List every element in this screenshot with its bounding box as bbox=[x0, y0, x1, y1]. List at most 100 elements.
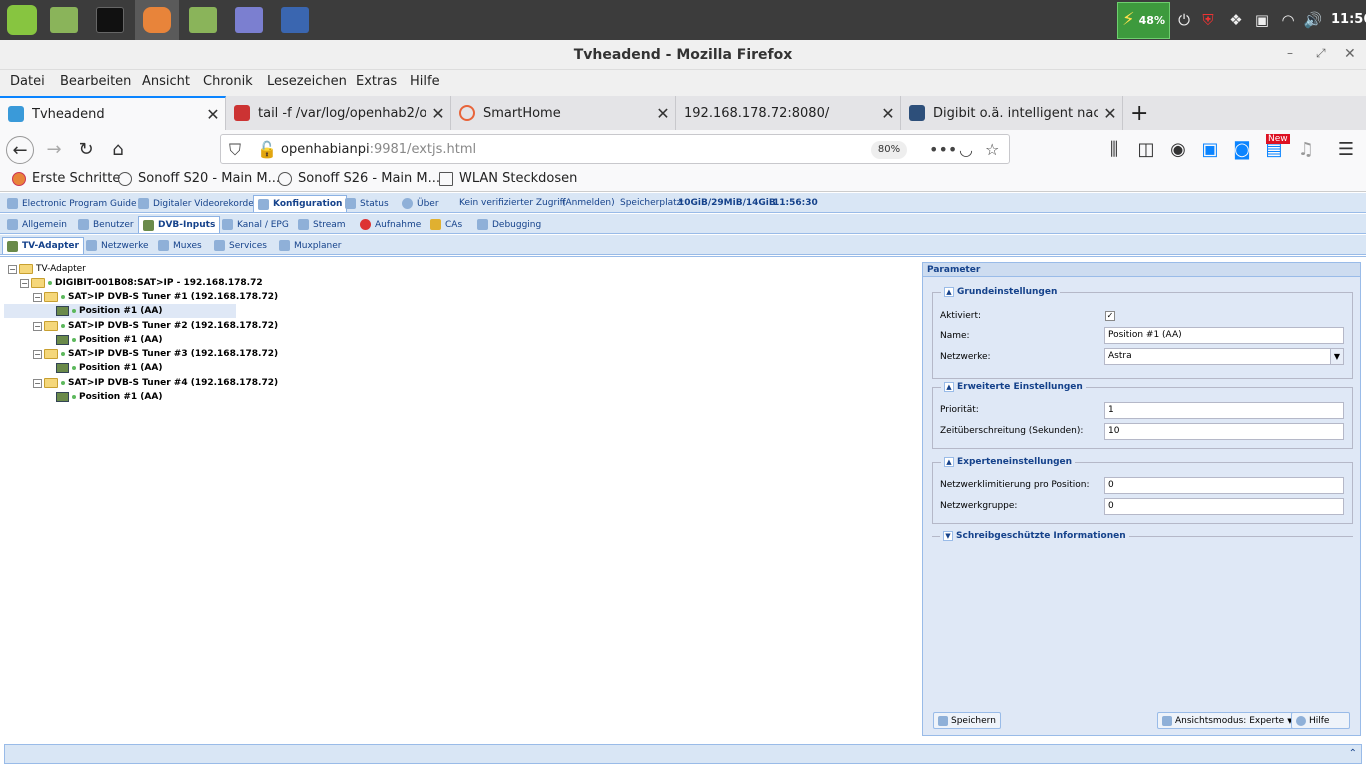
tree-position-4[interactable]: Position #1 (AA) bbox=[56, 390, 162, 404]
firefox-icon[interactable] bbox=[135, 0, 179, 40]
home-icon[interactable]: ⌂ bbox=[104, 136, 132, 164]
music-icon[interactable]: ♫ bbox=[1292, 136, 1320, 164]
view-mode-button[interactable]: Ansichtsmodus: Experte ▼ bbox=[1157, 712, 1298, 729]
close-tab-icon[interactable]: ✕ bbox=[876, 104, 900, 123]
close-tab-icon[interactable]: ✕ bbox=[651, 104, 675, 123]
clipboard-icon[interactable]: ▣ bbox=[1252, 10, 1272, 30]
collapse-icon[interactable]: ▲ bbox=[944, 457, 954, 467]
menu-bearbeiten[interactable]: Bearbeiten bbox=[60, 74, 131, 89]
mint-menu-icon[interactable] bbox=[0, 0, 44, 40]
url-text[interactable]: openhabianpi:9981/extjs.html bbox=[281, 142, 476, 157]
url-bar[interactable]: ⛉ 🔓 openhabianpi:9981/extjs.html 80% •••… bbox=[220, 134, 1010, 164]
tab-epg[interactable]: Electronic Program Guide bbox=[2, 195, 142, 212]
minimize-icon[interactable]: – bbox=[1287, 46, 1293, 60]
tree-position-2[interactable]: Position #1 (AA) bbox=[56, 333, 162, 347]
tab-dvr[interactable]: Digitaler Videorekorder bbox=[133, 195, 262, 212]
back-icon[interactable]: ← bbox=[6, 136, 34, 164]
tree-tuner-3[interactable]: − SAT>IP DVB-S Tuner #3 (192.168.178.72) bbox=[33, 347, 278, 361]
tab-cas[interactable]: CAs bbox=[425, 216, 467, 233]
collapse-icon[interactable]: ▲ bbox=[944, 382, 954, 392]
insecure-lock-icon[interactable]: 🔓 bbox=[257, 140, 277, 159]
bookmark-star-icon[interactable]: ☆ bbox=[985, 140, 999, 159]
menu-extras[interactable]: Extras bbox=[356, 74, 397, 89]
tab-aufnahme[interactable]: Aufnahme bbox=[355, 216, 426, 233]
maximize-icon[interactable]: ⤢ bbox=[1316, 46, 1326, 61]
pocket-icon[interactable]: ◡ bbox=[959, 140, 973, 159]
tree-tuner-1[interactable]: − SAT>IP DVB-S Tuner #1 (192.168.178.72) bbox=[33, 290, 278, 304]
menu-lesezeichen[interactable]: Lesezeichen bbox=[267, 74, 347, 89]
extension-icon[interactable]: ▣ bbox=[1196, 136, 1224, 164]
dropbox-icon[interactable]: ❖ bbox=[1226, 10, 1246, 30]
hamburger-menu-icon[interactable]: ☰ bbox=[1332, 136, 1360, 164]
checkbox-aktiviert[interactable]: ✓ bbox=[1105, 311, 1115, 321]
volume-icon[interactable]: 🔊 bbox=[1303, 10, 1323, 30]
tab-allgemein[interactable]: Allgemein bbox=[2, 216, 72, 233]
networks-select[interactable]: Astra ▼ bbox=[1104, 348, 1344, 365]
tab-digibit[interactable]: Digibit o.ä. intelligent nach Anbieter ✕ bbox=[901, 96, 1123, 130]
tree-tuner-2[interactable]: − SAT>IP DVB-S Tuner #2 (192.168.178.72) bbox=[33, 319, 278, 333]
tab-openhab-log[interactable]: tail -f /var/log/openhab2/openhab.log ✕ bbox=[226, 96, 451, 130]
collapse-icon[interactable]: − bbox=[8, 264, 17, 274]
network-group-field[interactable]: 0 bbox=[1104, 498, 1344, 515]
collapse-icon[interactable]: − bbox=[33, 349, 42, 359]
tab-kanal-epg[interactable]: Kanal / EPG bbox=[217, 216, 294, 233]
power-icon[interactable]: ⏻ bbox=[1174, 10, 1194, 30]
clock[interactable]: 11:56 bbox=[1331, 12, 1366, 27]
save-button[interactable]: Speichern bbox=[933, 712, 1001, 729]
bookmark-sonoff-s20[interactable]: Sonoff S20 - Main M... bbox=[118, 171, 280, 186]
collapse-icon[interactable]: − bbox=[20, 278, 29, 288]
legend-readonly[interactable]: ▼ Schreibgeschützte Informationen bbox=[940, 531, 1129, 541]
battery-indicator[interactable]: ⚡ 48% bbox=[1117, 2, 1170, 39]
close-window-icon[interactable]: ✕ bbox=[1344, 46, 1356, 62]
tab-tv-adapter[interactable]: TV-Adapter bbox=[2, 237, 84, 254]
tracking-shield-icon[interactable]: ⛉ bbox=[229, 140, 241, 160]
collapse-icon[interactable]: − bbox=[33, 321, 42, 331]
library-icon[interactable]: ⫼ bbox=[1100, 136, 1128, 164]
tab-netzwerke[interactable]: Netzwerke bbox=[81, 237, 154, 254]
close-tab-icon[interactable]: ✕ bbox=[1098, 104, 1122, 123]
tab-dvb-inputs[interactable]: DVB-Inputs bbox=[138, 216, 221, 233]
menu-hilfe[interactable]: Hilfe bbox=[410, 74, 440, 89]
tree-position-1[interactable]: Position #1 (AA) bbox=[4, 304, 236, 318]
legend-erweitert[interactable]: ▲ Erweiterte Einstellungen bbox=[941, 382, 1086, 392]
tab-stream[interactable]: Stream bbox=[293, 216, 351, 233]
page-actions-icon[interactable]: ••• bbox=[929, 140, 957, 159]
menu-datei[interactable]: Datei bbox=[10, 74, 45, 89]
tab-muxes[interactable]: Muxes bbox=[153, 237, 207, 254]
tree-position-3[interactable]: Position #1 (AA) bbox=[56, 361, 162, 375]
account-icon[interactable]: ◉ bbox=[1164, 136, 1192, 164]
tree-root[interactable]: − TV-Adapter bbox=[8, 262, 86, 276]
terminal-icon[interactable] bbox=[88, 0, 132, 40]
new-tab-icon[interactable]: + bbox=[1126, 96, 1158, 130]
name-field[interactable]: Position #1 (AA) bbox=[1104, 327, 1344, 344]
tree-device[interactable]: − DIGIBIT-001B08:SAT>IP - 192.168.178.72 bbox=[20, 276, 263, 290]
shield-icon[interactable]: ⛨ bbox=[1198, 10, 1218, 30]
network-limit-field[interactable]: 0 bbox=[1104, 477, 1344, 494]
bookmark-erste-schritte[interactable]: Erste Schritte bbox=[12, 171, 120, 186]
tab-ip-8080[interactable]: 192.168.178.72:8080/ ✕ bbox=[676, 96, 901, 130]
collapse-icon[interactable]: − bbox=[33, 378, 42, 388]
wifi-icon[interactable]: ◠ bbox=[1278, 10, 1298, 30]
timeout-field[interactable]: 10 bbox=[1104, 423, 1344, 440]
screenshot-icon[interactable] bbox=[273, 0, 317, 40]
show-desktop-icon[interactable] bbox=[42, 0, 86, 40]
tab-benutzer[interactable]: Benutzer bbox=[73, 216, 139, 233]
files-icon[interactable] bbox=[181, 0, 225, 40]
tab-services[interactable]: Services bbox=[209, 237, 272, 254]
priority-field[interactable]: 1 bbox=[1104, 402, 1344, 419]
close-tab-icon[interactable]: ✕ bbox=[426, 104, 450, 123]
tab-konfiguration[interactable]: Konfiguration bbox=[253, 195, 348, 212]
reload-icon[interactable]: ↻ bbox=[72, 136, 100, 164]
forward-icon[interactable]: → bbox=[40, 136, 68, 164]
help-button[interactable]: Hilfe bbox=[1291, 712, 1350, 729]
bookmark-sonoff-s26[interactable]: Sonoff S26 - Main M... bbox=[278, 171, 440, 186]
tab-ueber[interactable]: Über bbox=[397, 195, 444, 212]
menu-chronik[interactable]: Chronik bbox=[203, 74, 253, 89]
tab-muxplaner[interactable]: Muxplaner bbox=[274, 237, 346, 254]
expand-up-icon[interactable]: ⌃ bbox=[1349, 748, 1357, 759]
tab-smarthome[interactable]: SmartHome ✕ bbox=[451, 96, 676, 130]
login-link[interactable]: (Anmelden) bbox=[562, 198, 615, 208]
sidebar-icon[interactable]: ◫ bbox=[1132, 136, 1160, 164]
close-tab-icon[interactable]: ✕ bbox=[201, 105, 225, 124]
legend-grundeinstellungen[interactable]: ▲ Grundeinstellungen bbox=[941, 287, 1061, 297]
